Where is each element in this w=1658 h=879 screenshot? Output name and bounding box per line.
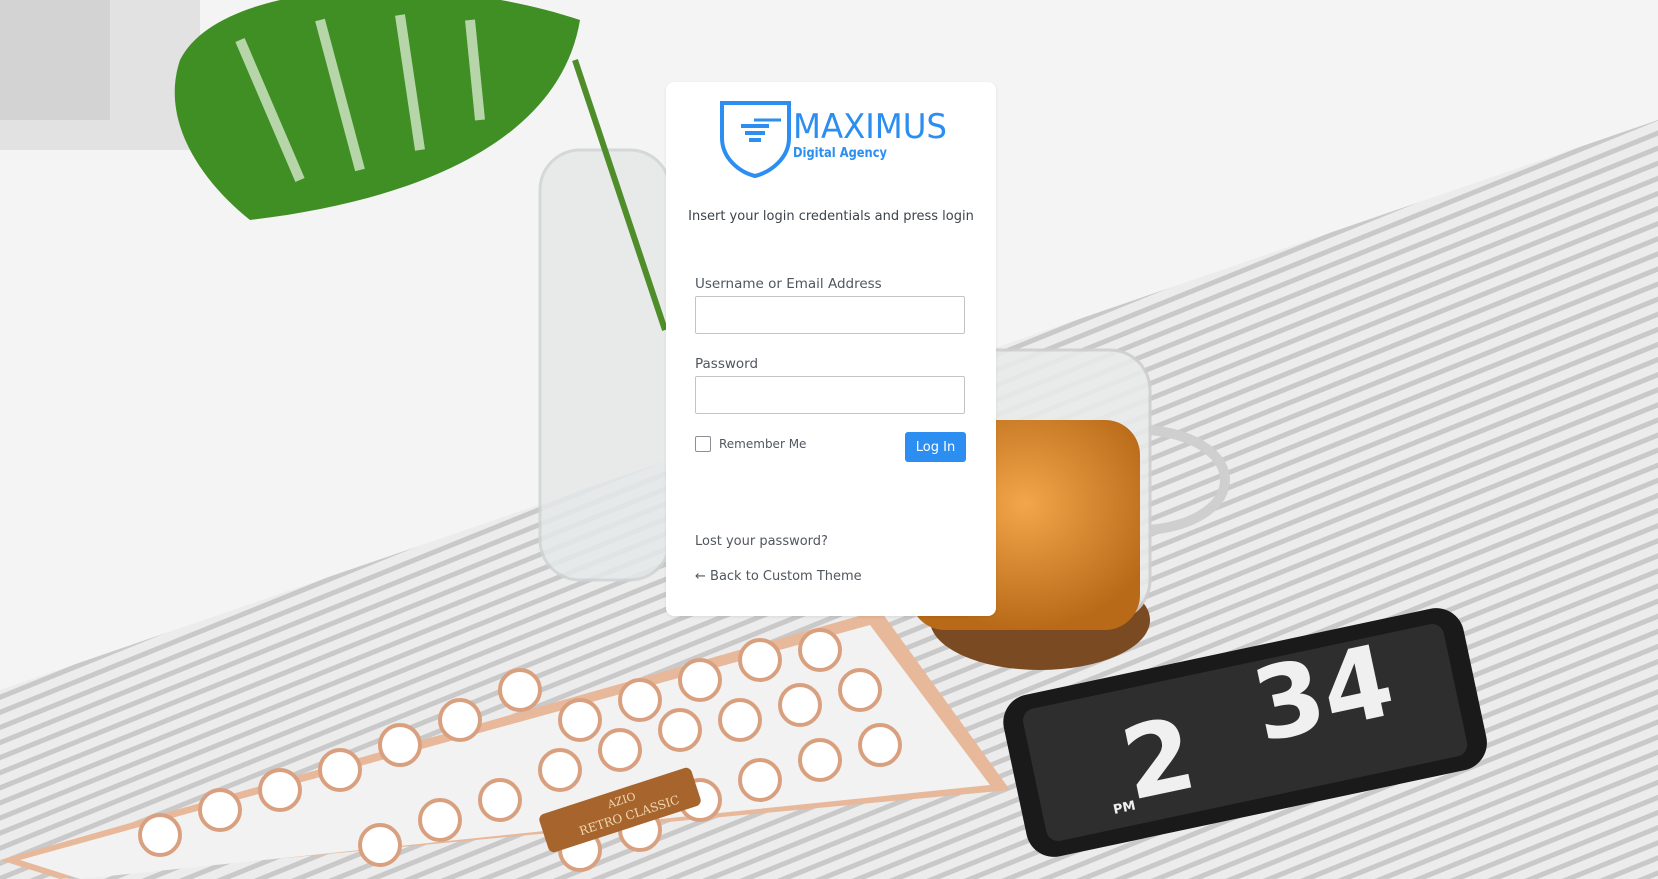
remember-me-checkbox[interactable] bbox=[695, 436, 711, 452]
back-to-site-link[interactable]: ← Back to Custom Theme bbox=[695, 569, 862, 584]
remember-me-label: Remember Me bbox=[719, 437, 807, 451]
lost-password-link[interactable]: Lost your password? bbox=[695, 534, 828, 549]
brand-logo: MAXIMUS Digital Agency bbox=[720, 101, 947, 178]
username-label: Username or Email Address bbox=[695, 276, 882, 292]
login-button[interactable]: Log In bbox=[905, 432, 966, 462]
brand-name: MAXIMUS bbox=[793, 107, 947, 147]
brand-tagline: Digital Agency bbox=[793, 146, 887, 161]
password-input[interactable] bbox=[695, 376, 965, 414]
glass-vase bbox=[538, 148, 672, 582]
username-input[interactable] bbox=[695, 296, 965, 334]
remember-me[interactable]: Remember Me bbox=[695, 435, 806, 453]
login-instructions: Insert your login credentials and press … bbox=[688, 209, 974, 224]
password-label: Password bbox=[695, 356, 759, 372]
login-card: MAXIMUS Digital Agency Insert your login… bbox=[666, 82, 996, 616]
shield-icon bbox=[720, 101, 791, 178]
